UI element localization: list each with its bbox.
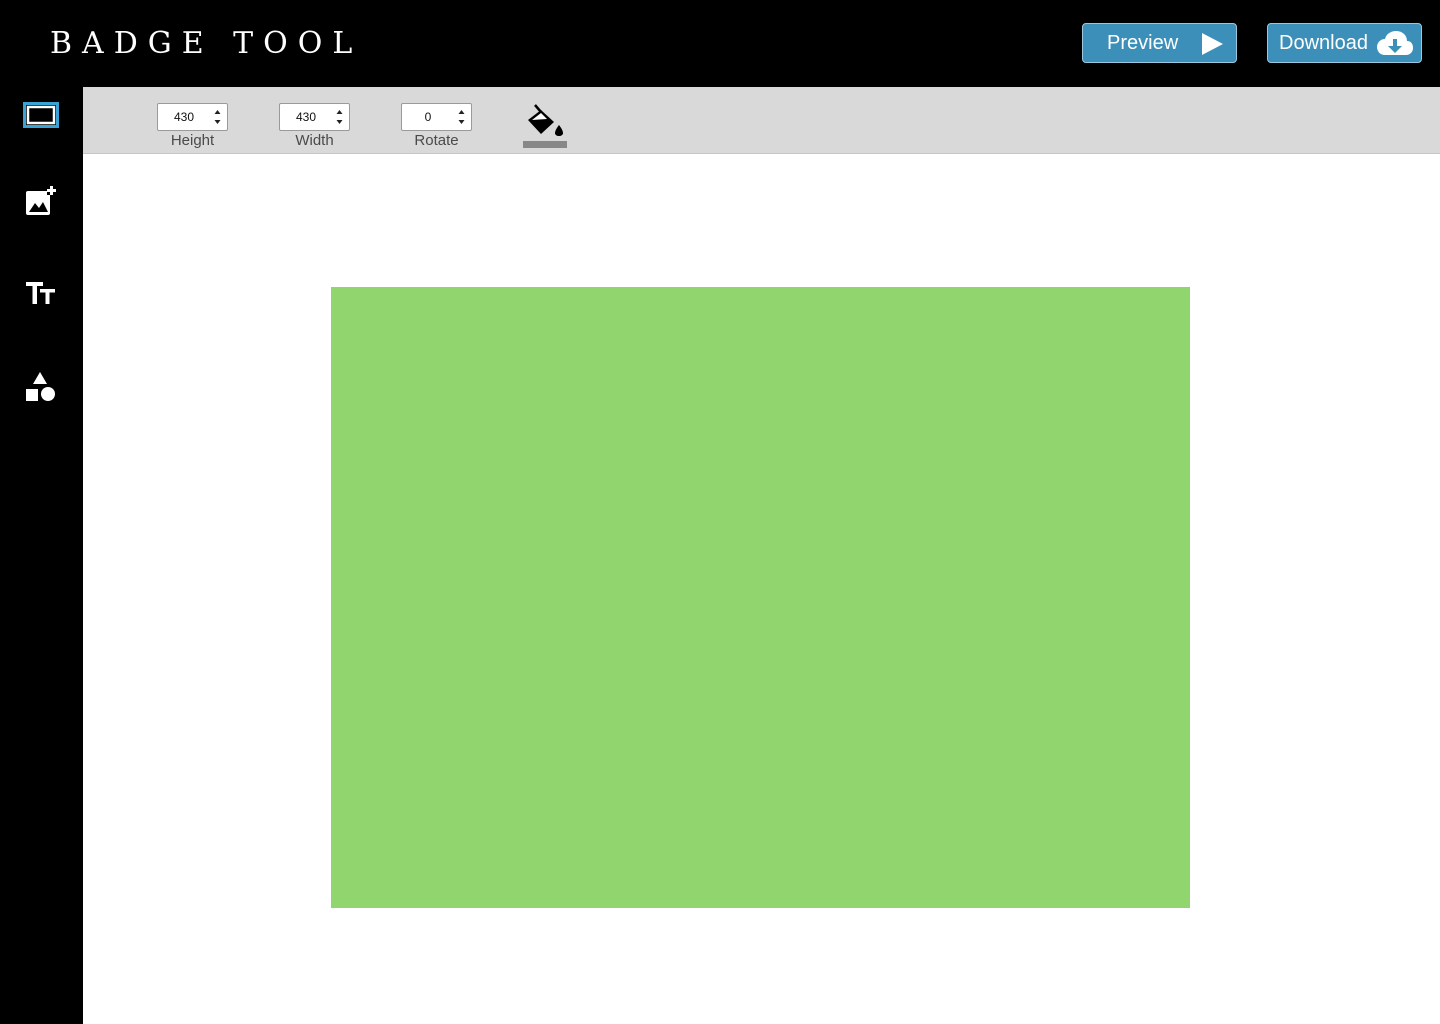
fill-color-swatch — [523, 141, 567, 148]
rectangle-tool-button[interactable] — [20, 94, 62, 136]
width-control: 430 Width — [279, 103, 350, 149]
height-label: Height — [170, 132, 215, 149]
download-button[interactable]: Download — [1267, 23, 1422, 63]
preview-button[interactable]: Preview — [1082, 23, 1237, 63]
shapes-icon — [26, 372, 55, 401]
app-title: BADGE TOOL — [50, 26, 363, 61]
width-value: 430 — [295, 110, 317, 124]
rectangle-icon — [23, 102, 59, 128]
text-size-icon — [26, 282, 55, 304]
rotate-control: 0 Rotate — [401, 103, 472, 149]
width-input[interactable]: 430 — [279, 103, 350, 131]
preview-label: Preview — [1107, 31, 1179, 54]
rotate-input[interactable]: 0 — [401, 103, 472, 131]
spinner-arrows-icon[interactable] — [214, 109, 221, 125]
rotate-label: Rotate — [414, 132, 459, 149]
width-label: Width — [295, 132, 334, 149]
fill-color-button[interactable] — [523, 103, 567, 149]
height-control: 430 Height — [157, 103, 228, 149]
download-label: Download — [1279, 31, 1368, 54]
tool-sidebar — [0, 87, 83, 1024]
spinner-arrows-icon[interactable] — [458, 109, 465, 125]
top-bar: BADGE TOOL Preview Download — [0, 0, 1440, 87]
add-image-tool-button[interactable] — [20, 180, 62, 222]
property-toolbar: 430 Height 430 Width 0 Rotate — [83, 87, 1440, 154]
badge-canvas[interactable] — [331, 287, 1190, 908]
play-icon — [1202, 33, 1223, 55]
text-tool-button[interactable] — [20, 272, 62, 314]
paint-bucket-icon — [528, 104, 563, 136]
height-value: 430 — [173, 110, 195, 124]
spinner-arrows-icon[interactable] — [336, 109, 343, 125]
height-input[interactable]: 430 — [157, 103, 228, 131]
add-photo-icon — [26, 185, 56, 215]
rotate-value: 0 — [424, 110, 432, 124]
shapes-tool-button[interactable] — [20, 366, 62, 408]
cloud-download-icon — [1377, 31, 1413, 55]
